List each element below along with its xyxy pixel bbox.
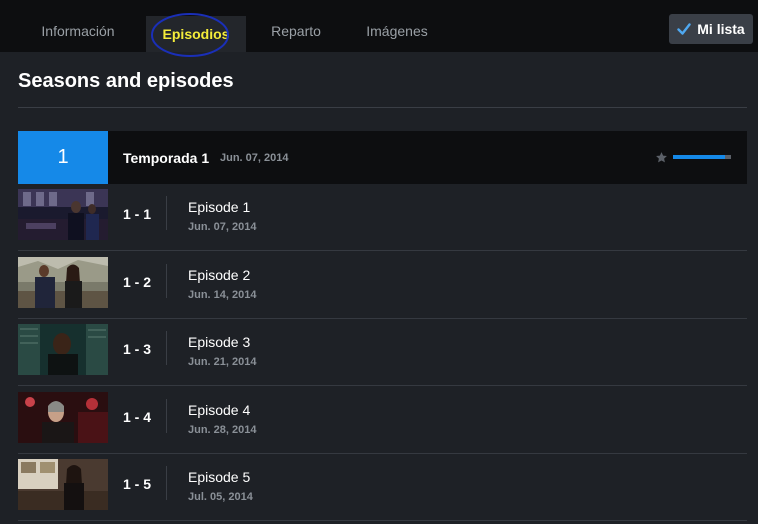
episode-number: 1 - 2 bbox=[123, 274, 152, 290]
season-progress-fill bbox=[673, 155, 726, 159]
episode-row[interactable]: 1 - 2 Episode 2 Jun. 14, 2014 bbox=[18, 252, 747, 319]
episode-date: Jul. 05, 2014 bbox=[188, 491, 253, 503]
episode-number: 1 - 1 bbox=[123, 206, 152, 222]
separator bbox=[166, 264, 167, 298]
episode-title: Episode 2 bbox=[188, 267, 251, 283]
page-title: Seasons and episodes bbox=[18, 70, 234, 92]
episode-date: Jun. 14, 2014 bbox=[188, 289, 257, 301]
separator bbox=[166, 331, 167, 365]
episode-row[interactable]: 1 - 5 Episode 5 Jul. 05, 2014 bbox=[18, 454, 747, 521]
star-icon[interactable] bbox=[655, 151, 668, 164]
episode-number: 1 - 5 bbox=[123, 476, 152, 492]
episode-number: 1 - 3 bbox=[123, 341, 152, 357]
my-list-button[interactable]: Mi lista bbox=[669, 14, 753, 44]
episode-thumbnail bbox=[18, 459, 108, 510]
episode-row[interactable]: 1 - 1 Episode 1 Jun. 07, 2014 bbox=[18, 184, 747, 251]
tab-informacion[interactable]: Información bbox=[30, 14, 126, 48]
episode-date: Jun. 28, 2014 bbox=[188, 424, 257, 436]
season-row[interactable]: 1 Temporada 1 Jun. 07, 2014 bbox=[18, 131, 747, 184]
separator bbox=[166, 196, 167, 230]
divider bbox=[18, 107, 747, 108]
tab-imagenes[interactable]: Imágenes bbox=[356, 14, 438, 48]
tab-episodios[interactable]: Episodios bbox=[146, 16, 246, 52]
season-date: Jun. 07, 2014 bbox=[220, 152, 289, 164]
season-number: 1 bbox=[18, 131, 108, 184]
episode-row[interactable]: 1 - 3 Episode 3 Jun. 21, 2014 bbox=[18, 319, 747, 386]
episode-date: Jun. 07, 2014 bbox=[188, 221, 257, 233]
episode-thumbnail bbox=[18, 257, 108, 308]
episode-thumbnail bbox=[18, 189, 108, 240]
episode-number: 1 - 4 bbox=[123, 409, 152, 425]
episode-title: Episode 1 bbox=[188, 199, 251, 215]
season-progress-bar bbox=[673, 155, 731, 159]
my-list-label: Mi lista bbox=[697, 21, 745, 37]
episode-row[interactable]: 1 - 4 Episode 4 Jun. 28, 2014 bbox=[18, 387, 747, 454]
separator bbox=[166, 399, 167, 433]
check-icon bbox=[677, 23, 691, 35]
episode-title: Episode 4 bbox=[188, 402, 251, 418]
episode-thumbnail bbox=[18, 324, 108, 375]
separator bbox=[166, 466, 167, 500]
season-title: Temporada 1 bbox=[123, 150, 210, 166]
episode-title: Episode 3 bbox=[188, 334, 251, 350]
episode-title: Episode 5 bbox=[188, 469, 251, 485]
top-nav-bar: Información Episodios Reparto Imágenes M… bbox=[0, 0, 758, 57]
tab-reparto[interactable]: Reparto bbox=[258, 14, 334, 48]
episode-date: Jun. 21, 2014 bbox=[188, 356, 257, 368]
episode-thumbnail bbox=[18, 392, 108, 443]
